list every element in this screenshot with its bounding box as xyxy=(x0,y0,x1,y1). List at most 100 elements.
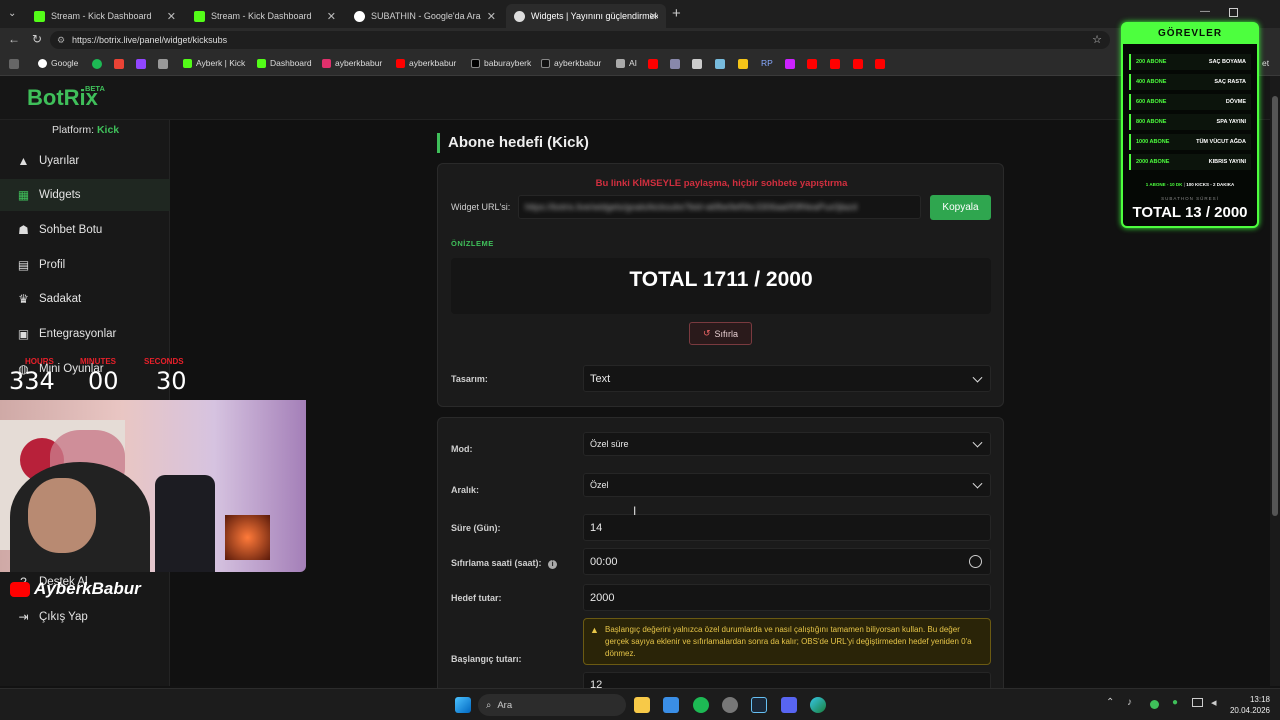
bookmark[interactable]: Google xyxy=(38,58,78,68)
bookmark[interactable]: ayberkbabur xyxy=(541,58,601,68)
mic-icon[interactable]: ● xyxy=(1172,697,1178,708)
sidebar-item-widgets[interactable]: ▦ Widgets xyxy=(0,179,170,211)
gaming-chair xyxy=(155,475,215,572)
page-title-bar xyxy=(437,133,440,153)
search-icon: ⌕ xyxy=(486,699,492,711)
gmail-icon[interactable] xyxy=(114,59,124,69)
tab-title: SUBATHIN - Google'da Ara xyxy=(371,11,481,21)
undo-icon: ↺ xyxy=(702,328,711,338)
info-icon[interactable]: i xyxy=(548,560,558,569)
twitch-icon[interactable] xyxy=(136,59,146,69)
bookmark[interactable]: Ayberk | Kick xyxy=(183,58,245,68)
url-field[interactable]: ⚙ https://botrix.live/panel/widget/kicks… xyxy=(50,31,1110,49)
sidebar-item-cikis-yap[interactable]: ⇥ Çıkış Yap xyxy=(0,601,170,633)
browser-tab[interactable]: Stream - Kick Dashboard ✕ xyxy=(26,4,184,28)
chevron-down-icon xyxy=(972,478,983,489)
restore-icon[interactable] xyxy=(1229,8,1238,17)
bookmark[interactable]: baburayberk xyxy=(471,58,531,68)
youtube-icon[interactable] xyxy=(875,59,885,69)
edge-icon[interactable] xyxy=(810,697,826,713)
range-select[interactable]: Özel xyxy=(583,473,991,497)
close-icon[interactable]: ✕ xyxy=(327,10,336,23)
network-icon[interactable] xyxy=(1192,698,1203,707)
bookmark[interactable]: ayberkbabur xyxy=(322,58,382,68)
goal-row: 1000 ABONE TÜM VÜCUT AĞDA xyxy=(1129,134,1251,150)
sidebar-item-sadakat[interactable]: ♛ Sadakat xyxy=(0,283,170,315)
minimize-icon[interactable]: — xyxy=(1200,6,1210,17)
youtube-icon[interactable] xyxy=(830,59,840,69)
spotify-icon[interactable] xyxy=(693,697,709,713)
scrollbar-thumb[interactable] xyxy=(1272,96,1278,516)
browser-tab[interactable]: SUBATHIN - Google'da Ara ✕ xyxy=(346,4,504,28)
seconds-label: SECONDS xyxy=(144,357,184,366)
reload-icon[interactable]: ↻ xyxy=(32,32,42,46)
tab-title: Stream - Kick Dashboard xyxy=(211,11,312,21)
sidebar-item-profil[interactable]: ▤ Profil xyxy=(0,249,170,281)
browser-tab[interactable]: Stream - Kick Dashboard ✕ xyxy=(186,4,344,28)
goal-row: 2000 ABONE KIBRIS YAYINI xyxy=(1129,154,1251,170)
goals-footer: 1 ABONE - 10 DK | 100 KICKS - 2 DAKIKA xyxy=(1145,182,1235,187)
settings-card: Mod: Özel süre Aralık: Özel Süre (Gün): … xyxy=(437,417,1004,698)
discord-icon[interactable] xyxy=(781,697,797,713)
reset-button[interactable]: ↺ Sıfırla xyxy=(689,322,752,345)
goal-row: 600 ABONE DÖVME xyxy=(1129,94,1251,110)
integration-icon: ▣ xyxy=(17,327,30,341)
mode-select[interactable]: Özel süre xyxy=(583,432,991,456)
youtube-icon[interactable] xyxy=(648,59,658,69)
bookmark-icon[interactable] xyxy=(92,59,102,69)
file-explorer-icon[interactable] xyxy=(634,697,650,713)
address-bar: ← ↻ ⚙ https://botrix.live/panel/widget/k… xyxy=(0,28,1280,52)
browser-tab-bar: ⌄ Stream - Kick Dashboard ✕ Stream - Kic… xyxy=(0,0,1280,28)
taskbar-search[interactable]: ⌕ Ara xyxy=(478,694,626,716)
clock[interactable]: 13:18 20.04.2026 xyxy=(1226,694,1270,716)
bookmark[interactable]: AI xyxy=(616,58,637,68)
chevron-up-icon[interactable]: ⌃ xyxy=(1106,697,1114,708)
widget-url-field[interactable]: https://botrix.live/widgets/goals/kicksu… xyxy=(518,195,921,219)
target-input[interactable]: 2000 xyxy=(583,584,991,611)
bookmark-icon[interactable] xyxy=(785,59,795,69)
grid-icon: ▦ xyxy=(17,188,30,202)
star-icon[interactable]: ☆ xyxy=(1092,31,1102,49)
bookmark-icon[interactable] xyxy=(738,59,748,69)
bookmark-icon[interactable] xyxy=(670,59,680,69)
reset-time-input[interactable]: 00:00 xyxy=(583,548,991,575)
page-scrollbar[interactable] xyxy=(1270,76,1280,686)
sidebar-item-entegrasyonlar[interactable]: ▣ Entegrasyonlar xyxy=(0,318,170,350)
design-select[interactable]: Text xyxy=(583,365,991,392)
youtube-icon[interactable] xyxy=(807,59,817,69)
hours-label: HOURS xyxy=(25,357,54,366)
shelf-lights xyxy=(225,515,270,560)
bookmark-overflow[interactable]: et xyxy=(1262,58,1269,68)
browser-tab-active[interactable]: Widgets | Yayınını güçlendirmek iç ✕ xyxy=(506,4,666,28)
steam-icon[interactable] xyxy=(751,697,767,713)
url-text: https://botrix.live/panel/widget/kicksub… xyxy=(72,35,228,45)
youtube-icon[interactable] xyxy=(853,59,863,69)
copy-button[interactable]: Kopyala xyxy=(930,195,991,220)
duration-label: Süre (Gün): xyxy=(451,523,501,533)
youtube-icon xyxy=(396,58,405,68)
bookmark[interactable]: RP xyxy=(761,58,773,68)
clock-icon[interactable] xyxy=(969,555,982,568)
site-info-icon[interactable]: ⚙ xyxy=(57,31,65,49)
sidebar-item-sohbet-botu[interactable]: ☗ Sohbet Botu xyxy=(0,214,170,246)
status-dot-icon[interactable] xyxy=(1150,700,1159,709)
close-icon[interactable]: ✕ xyxy=(167,10,176,23)
tab-menu-icon[interactable]: ⌄ xyxy=(8,8,20,20)
bookmark[interactable]: ayberkbabur xyxy=(396,58,456,68)
close-icon[interactable]: ✕ xyxy=(487,10,496,23)
duration-input[interactable]: 14 xyxy=(583,514,991,541)
back-icon[interactable]: ← xyxy=(8,32,20,46)
bookmark-icon[interactable] xyxy=(692,59,702,69)
new-tab-icon[interactable]: + xyxy=(672,5,681,22)
bookmark-icon[interactable] xyxy=(158,59,168,69)
volume-icon[interactable]: ♪ xyxy=(1127,697,1132,708)
app-icon[interactable] xyxy=(722,697,738,713)
bookmarks-icon[interactable] xyxy=(9,59,19,69)
bookmark[interactable]: Dashboard xyxy=(257,58,312,68)
sidebar-item-uyarilar[interactable]: ▲ Uyarılar xyxy=(0,145,170,177)
store-icon[interactable] xyxy=(663,697,679,713)
close-icon[interactable]: ✕ xyxy=(649,10,658,23)
start-icon[interactable] xyxy=(455,697,471,713)
speaker-icon[interactable]: ◂ xyxy=(1211,696,1217,709)
bookmark-icon[interactable] xyxy=(715,59,725,69)
